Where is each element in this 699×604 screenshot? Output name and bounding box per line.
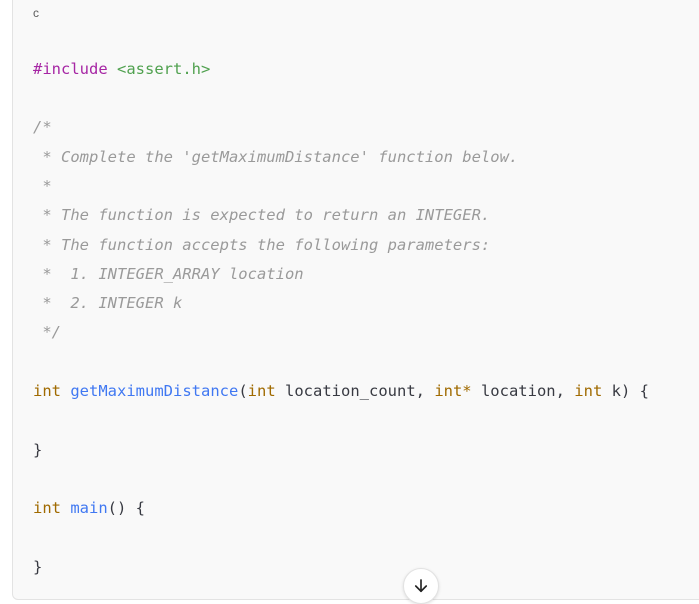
param-type: int	[574, 382, 603, 400]
param-name: k) {	[602, 382, 649, 400]
code-line-main-close: }	[33, 558, 43, 576]
return-type: int	[33, 382, 61, 400]
param-name: location,	[471, 382, 575, 400]
return-type: int	[33, 499, 61, 517]
code-line-comment-4: * The function accepts the following par…	[33, 236, 491, 254]
code-line-main-signature: int main() {	[33, 498, 145, 518]
scroll-to-bottom-button[interactable]	[403, 568, 439, 604]
code-line-comment-3: * The function is expected to return an …	[33, 206, 491, 224]
include-header: <assert.h>	[117, 60, 211, 78]
param-name: location_count,	[275, 382, 435, 400]
arrow-down-icon	[414, 579, 428, 593]
code-line-function-signature: int getMaximumDistance(int location_coun…	[33, 381, 649, 401]
param-type: int*	[434, 382, 472, 400]
code-line-comment-5: * 1. INTEGER_ARRAY location	[33, 265, 304, 283]
code-line-comment-1: * Complete the 'getMaximumDistance' func…	[33, 148, 519, 166]
code-content: #include <assert.h> /* * Complete the 'g…	[33, 0, 649, 576]
function-name: main	[70, 499, 108, 517]
code-line-comment-close: */	[33, 323, 61, 341]
code-block: c #include <assert.h> /* * Complete the …	[12, 0, 699, 600]
include-keyword: #include	[33, 60, 108, 78]
param-type: int	[247, 382, 276, 400]
code-line-function-close: }	[33, 441, 43, 459]
code-line-comment-2: *	[33, 177, 52, 195]
function-name: getMaximumDistance	[70, 382, 239, 400]
code-line-include: #include <assert.h>	[33, 59, 210, 79]
code-line-comment-6: * 2. INTEGER k	[33, 294, 183, 312]
paren-open: (	[238, 382, 248, 400]
code-line-comment-open: /*	[33, 118, 52, 136]
main-rest: () {	[107, 499, 145, 517]
